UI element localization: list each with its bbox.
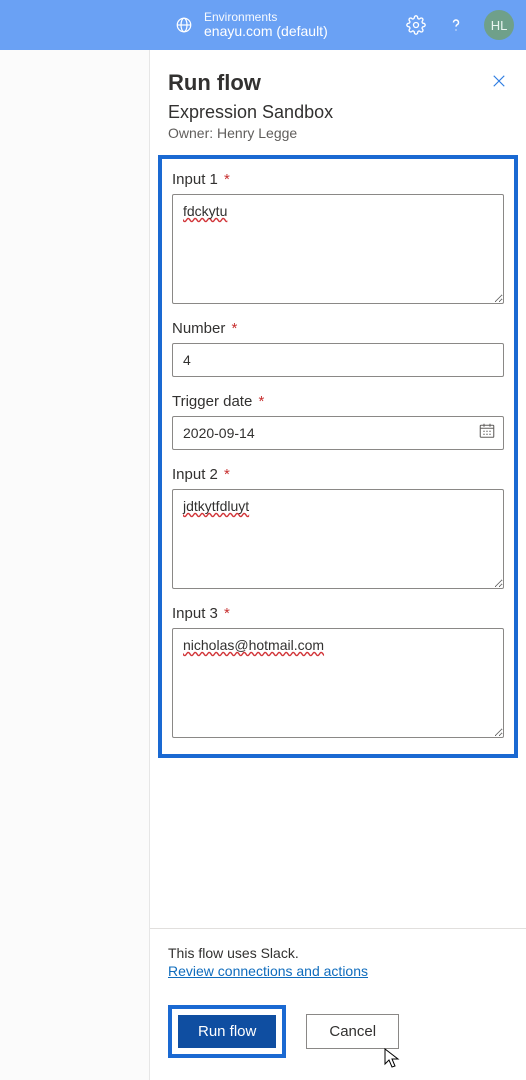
textarea-input2[interactable]: jdtkytfdluyt [172, 489, 504, 589]
field-number: Number * [172, 320, 504, 377]
field-input2: Input 2 * jdtkytfdluyt [172, 466, 504, 589]
panel-title: Run flow [168, 70, 508, 96]
label-trigger-date: Trigger date * [172, 393, 504, 410]
flow-name: Expression Sandbox [168, 102, 508, 123]
required-mark: * [259, 393, 265, 410]
input-number[interactable] [172, 343, 504, 377]
panel-footer: This flow uses Slack. Review connections… [150, 928, 526, 1080]
panel-scroll[interactable]: Run flow Expression Sandbox Owner: Henry… [150, 50, 526, 928]
environment-name: enayu.com (default) [204, 24, 328, 39]
avatar[interactable]: HL [484, 10, 514, 40]
run-flow-panel: Run flow Expression Sandbox Owner: Henry… [150, 50, 526, 1080]
required-mark: * [232, 320, 238, 337]
review-connections-link[interactable]: Review connections and actions [168, 963, 368, 979]
panel-header: Run flow Expression Sandbox Owner: Henry… [150, 50, 526, 155]
environment-label: Environments [204, 11, 328, 24]
left-gutter [0, 50, 150, 1080]
required-mark: * [224, 605, 230, 622]
cancel-button[interactable]: Cancel [306, 1014, 399, 1049]
inputs-highlight-box: Input 1 * fdckytu Number * Trigger date … [158, 155, 518, 758]
field-input3: Input 3 * nicholas@hotmail.com [172, 605, 504, 738]
label-number: Number * [172, 320, 504, 337]
required-mark: * [224, 466, 230, 483]
run-flow-button[interactable]: Run flow [178, 1015, 276, 1048]
environment-switcher[interactable]: Environments enayu.com (default) [172, 11, 328, 40]
top-bar: Environments enayu.com (default) HL [0, 0, 526, 50]
button-row: Run flow Cancel [168, 1005, 508, 1058]
field-trigger-date: Trigger date * [172, 393, 504, 450]
label-input3: Input 3 * [172, 605, 504, 622]
help-icon[interactable] [444, 13, 468, 37]
run-button-highlight: Run flow [168, 1005, 286, 1058]
calendar-icon[interactable] [478, 422, 496, 445]
label-input2: Input 2 * [172, 466, 504, 483]
uses-text: This flow uses Slack. [168, 945, 508, 961]
close-icon[interactable] [490, 72, 508, 95]
gear-icon[interactable] [404, 13, 428, 37]
textarea-input3[interactable]: nicholas@hotmail.com [172, 628, 504, 738]
field-input1: Input 1 * fdckytu [172, 171, 504, 304]
globe-icon [172, 13, 196, 37]
label-input1: Input 1 * [172, 171, 504, 188]
textarea-input1[interactable]: fdckytu [172, 194, 504, 304]
input-trigger-date[interactable] [172, 416, 504, 450]
flow-owner: Owner: Henry Legge [168, 125, 508, 141]
required-mark: * [224, 171, 230, 188]
